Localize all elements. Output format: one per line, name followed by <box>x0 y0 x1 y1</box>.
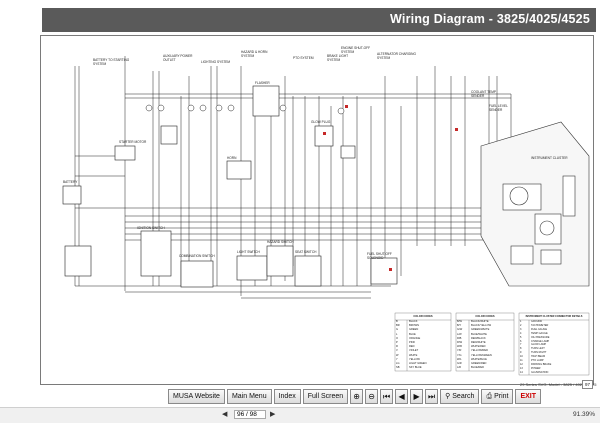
cluster-connector-table: INSTRUMENT CLUSTER CONNECTOR DETAILS 1 GR… <box>519 313 589 375</box>
search-label: Search <box>452 393 475 400</box>
description-cell: BLUE/RED <box>471 366 484 370</box>
cluster-connector-rows: 1 GROUND 2 TACHOMETER 3 FUEL GAUGE 4 TEMP GAUGE… <box>519 320 589 375</box>
label-battery-to-starting-system: BATTERY TO STARTING SYSTEM <box>93 58 130 66</box>
print-label: Print <box>494 393 509 400</box>
label-hazard-switch: HAZARD SWITCH <box>267 240 294 244</box>
label-fuel-shutoff: FUEL SHUT-OFF SOLENOID <box>367 252 392 260</box>
label-fuel-level-sender: FUEL LEVEL SENDER <box>489 104 508 112</box>
label-alternator: ALTERNATOR CHARGING SYSTEM <box>377 52 416 60</box>
label-starter-motor: STARTER MOTOR <box>119 140 147 144</box>
print-button[interactable]: ⎙ Print <box>481 389 514 404</box>
last-page-icon: ⏭ <box>428 392 436 401</box>
color-codes-rows: B/W BLACK/WHITE B/Y BLACK/YELLOW G/W GREEN/WH… <box>456 320 514 370</box>
forward-button[interactable]: ▶ <box>410 389 424 404</box>
label-battery: BATTERY <box>63 180 78 184</box>
label-ignition-switch: IGNITION SWITCH <box>137 226 165 230</box>
next-page-icon[interactable]: ▶ <box>270 410 275 418</box>
label-seat-switch: SEAT SWITCH <box>295 250 317 254</box>
status-bar: ◀ ▶ 91.39% <box>0 407 600 423</box>
label-pto-system: PTO SYSTEM <box>293 56 314 60</box>
full-screen-button[interactable]: Full Screen <box>302 389 349 404</box>
table-row: 14 ILLUMINATION <box>519 371 589 375</box>
zoom-level: 91.39% <box>573 411 596 418</box>
label-coolant-temp: COOLANT TEMP SENDER <box>471 90 496 98</box>
label-horn: HORN <box>227 156 237 160</box>
document-title: Wiring Diagram - 3825/4025/4525 <box>390 12 590 26</box>
zoom-out-button[interactable]: ⊖ <box>365 389 379 404</box>
first-page-button[interactable]: ⏮ <box>380 389 394 404</box>
binoculars-icon: ⚲ <box>445 393 451 400</box>
forward-icon: ▶ <box>413 392 420 401</box>
color-codes-rows: B BLACK BR BROWN G GREEN L BLUE O ORANGE P PINK R RED… <box>395 320 451 370</box>
label-flasher: FLASHER <box>255 81 270 85</box>
diagram-labels: BATTERY TO STARTING SYSTEM AUXILIARY POW… <box>41 36 593 384</box>
code-cell: L/R <box>457 366 462 370</box>
label-brake-light-system: BRAKE LIGHT SYSTEM <box>327 54 349 62</box>
label-aux-power-outlet: AUXILIARY POWER OUTLET <box>163 54 193 62</box>
label-light-switch: LIGHT SWITCH <box>237 250 260 254</box>
exit-button[interactable]: EXIT <box>515 389 542 404</box>
color-codes-heading: COLOR CODES <box>475 315 495 318</box>
zoom-out-icon: ⊖ <box>368 392 375 401</box>
page-badge: 97 <box>582 380 593 389</box>
wiring-diagram-frame: BATTERY TO STARTING SYSTEM AUXILIARY POW… <box>40 35 594 385</box>
description-cell: SKY BLUE <box>409 366 422 370</box>
table-row: L/R BLUE/RED <box>456 366 514 370</box>
zoom-in-icon: ⊕ <box>353 392 360 401</box>
label-glow-plug: GLOW PLUG <box>311 120 331 124</box>
zoom-in-button[interactable]: ⊕ <box>350 389 364 404</box>
color-codes-heading: COLOR CODES <box>413 315 433 318</box>
search-button[interactable]: ⚲ Search <box>440 389 480 404</box>
label-hazard-horn-system: HAZARD & HORN SYSTEM <box>241 50 268 58</box>
label-instrument-cluster: INSTRUMENT CLUSTER <box>531 156 568 160</box>
label-lighting-system: LIGHTING SYSTEM <box>201 60 231 64</box>
previous-page-icon[interactable]: ◀ <box>222 410 227 418</box>
last-page-button[interactable]: ⏭ <box>425 389 439 404</box>
document-title-bar: Wiring Diagram - 3825/4025/4525 <box>42 8 596 32</box>
printer-icon: ⎙ <box>486 393 493 400</box>
description-cell: ILLUMINATION <box>531 370 549 374</box>
color-codes-table-left: COLOR CODES B BLACK BR BROWN G GREEN L BLUE O ORA… <box>395 313 451 371</box>
page-number-input[interactable] <box>234 410 266 419</box>
main-menu-button[interactable]: Main Menu <box>226 389 272 404</box>
cluster-connector-heading: INSTRUMENT CLUSTER CONNECTOR DETAILS <box>525 315 583 318</box>
code-cell: 14 <box>520 370 523 374</box>
back-button[interactable]: ◀ <box>395 389 409 404</box>
color-codes-table-right: COLOR CODES B/W BLACK/WHITE B/Y BLACK/YELLO… <box>456 313 514 371</box>
index-button[interactable]: Index <box>273 389 301 404</box>
first-page-icon: ⏮ <box>383 392 391 401</box>
table-row: SB SKY BLUE <box>395 366 451 370</box>
musa-website-button[interactable]: MUSA Website <box>168 389 225 404</box>
viewer-page: Wiring Diagram - 3825/4025/4525 BATTERY … <box>0 0 600 423</box>
label-engine-shutoff: ENGINE SHUT-OFF SYSTEM <box>341 46 371 54</box>
code-cell: SB <box>396 366 400 370</box>
label-combination-switch: COMBINATION SWITCH <box>179 254 215 258</box>
back-icon: ◀ <box>398 392 405 401</box>
viewer-toolbar: MUSA Website Main Menu Index Full Screen… <box>168 389 543 404</box>
